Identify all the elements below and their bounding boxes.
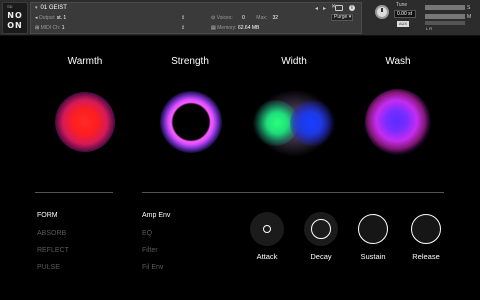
strength-orb-knob[interactable] bbox=[160, 91, 222, 153]
mode-form[interactable]: FORM bbox=[37, 212, 58, 219]
instrument-side-controls: ✕ Tune 0.00 st AUX L R S M bbox=[331, 2, 478, 34]
next-instrument-icon[interactable]: ▸ bbox=[323, 5, 326, 12]
sustain-label: Sustain bbox=[360, 252, 386, 261]
output-dropdown-icon[interactable]: ⇕ bbox=[181, 15, 185, 21]
target-amp-env[interactable]: Amp Env bbox=[142, 212, 170, 219]
voices-icon: ⊙ bbox=[211, 15, 216, 21]
instrument-name: 01 GEIST bbox=[40, 5, 67, 11]
memory-row: ▤ Memory: 62.64 MB bbox=[211, 25, 259, 31]
purge-dropdown[interactable]: Purge ▾ bbox=[331, 14, 353, 21]
target-fil-env[interactable]: Fil Env bbox=[142, 264, 163, 271]
decay-label: Decay bbox=[310, 252, 332, 261]
attack-indicator bbox=[263, 225, 271, 233]
release-knob[interactable] bbox=[411, 214, 441, 244]
output-arrow-icon: ◂ bbox=[35, 15, 38, 21]
logo-line-1: NO bbox=[7, 11, 23, 20]
mode-pulse[interactable]: PULSE bbox=[37, 264, 60, 271]
macro-label-width: Width bbox=[281, 56, 307, 67]
noon-logo: SD NO ON bbox=[2, 2, 28, 34]
tune-value-field[interactable]: 0.00 st bbox=[394, 10, 416, 18]
max-label: Max: bbox=[256, 15, 268, 21]
tune-label: Tune bbox=[396, 2, 408, 8]
instrument-panel: ▾ 01 GEIST ◂ ▸ i ◂ Output: st. 1 ⊞ MIDI C… bbox=[30, 2, 362, 34]
pan-slider[interactable] bbox=[425, 14, 465, 19]
lr-label: L R bbox=[426, 26, 433, 31]
logo-line-2: ON bbox=[7, 21, 23, 30]
mode-reflect[interactable]: REFLECT bbox=[37, 247, 69, 254]
width-orb-blue[interactable] bbox=[290, 100, 336, 146]
tune-unit: st bbox=[408, 11, 413, 17]
level-meter bbox=[425, 21, 465, 25]
midi-icon: ⊞ bbox=[35, 25, 40, 31]
midi-row[interactable]: ⊞ MIDI Ch: 1 bbox=[35, 25, 65, 31]
output-row[interactable]: ◂ Output: st. 1 bbox=[35, 15, 66, 21]
info-icon[interactable]: i bbox=[349, 5, 355, 11]
attack-knob[interactable] bbox=[250, 212, 284, 246]
volume-slider[interactable] bbox=[425, 5, 465, 10]
prev-instrument-icon[interactable]: ◂ bbox=[315, 5, 318, 12]
midi-value[interactable]: 1 bbox=[62, 25, 65, 31]
tune-value: 0.00 bbox=[397, 11, 407, 17]
memory-icon: ▤ bbox=[211, 25, 216, 31]
purge-label: Purge bbox=[334, 14, 348, 20]
host-header: SD NO ON ▾ 01 GEIST ◂ ▸ i ◂ Output: st. 1… bbox=[0, 0, 480, 36]
decay-indicator bbox=[311, 219, 331, 239]
wash-orb-knob[interactable] bbox=[365, 89, 431, 155]
warmth-orb-knob[interactable] bbox=[55, 92, 115, 152]
solo-button[interactable]: S bbox=[467, 5, 470, 11]
tune-knob[interactable] bbox=[375, 5, 389, 19]
close-icon[interactable]: ✕ bbox=[331, 3, 336, 10]
output-value[interactable]: st. 1 bbox=[57, 15, 66, 21]
mode-absorb[interactable]: ABSORB bbox=[37, 230, 66, 237]
sustain-knob[interactable] bbox=[358, 214, 388, 244]
attack-label: Attack bbox=[256, 252, 278, 261]
mode-divider bbox=[35, 192, 113, 193]
release-label: Release bbox=[412, 252, 440, 261]
target-eq[interactable]: EQ bbox=[142, 230, 152, 237]
max-value[interactable]: 32 bbox=[273, 15, 279, 21]
voices-row: ⊙ Voices: 0 Max: 32 bbox=[211, 15, 278, 21]
output-label: Output: bbox=[38, 15, 56, 21]
envelope-divider bbox=[142, 192, 444, 193]
decay-knob[interactable] bbox=[304, 212, 338, 246]
midi-label: MIDI Ch: bbox=[40, 25, 61, 31]
macro-label-strength: Strength bbox=[171, 56, 209, 67]
logo-badge: SD bbox=[7, 4, 13, 9]
voices-value: 0 bbox=[242, 15, 245, 21]
snapshot-camera-icon[interactable] bbox=[335, 5, 343, 11]
memory-value: 62.64 MB bbox=[237, 25, 260, 31]
macro-label-warmth: Warmth bbox=[67, 56, 103, 67]
memory-label: Memory: bbox=[217, 25, 237, 31]
aux-button[interactable]: AUX bbox=[397, 21, 409, 27]
voices-label: Voices: bbox=[216, 15, 233, 21]
collapse-triangle-icon[interactable]: ▾ bbox=[35, 5, 38, 11]
mute-button[interactable]: M bbox=[467, 14, 471, 20]
instrument-title[interactable]: ▾ 01 GEIST bbox=[35, 5, 67, 11]
target-filter[interactable]: Filter bbox=[142, 247, 158, 254]
midi-dropdown-icon[interactable]: ⇕ bbox=[181, 25, 185, 31]
macro-label-wash: Wash bbox=[385, 56, 411, 67]
